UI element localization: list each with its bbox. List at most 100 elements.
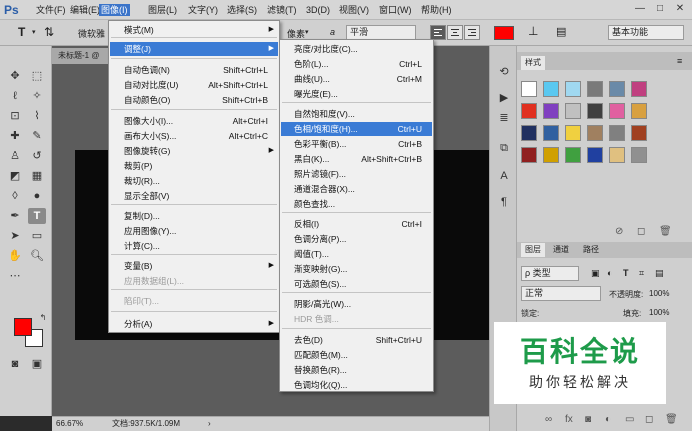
menu-view[interactable]: 视图(V) <box>337 4 371 16</box>
style-swatch[interactable] <box>631 125 647 141</box>
maximize-button[interactable]: □ <box>650 2 670 16</box>
adjust-menu-item[interactable]: 反相(I) Ctrl+I <box>281 217 432 231</box>
image-menu-item[interactable]: 画布大小(S)... Alt+Ctrl+C <box>110 129 278 143</box>
character-panel-icon[interactable]: A <box>496 168 512 184</box>
orientation-toggle-icon[interactable]: ⇅ <box>44 25 54 39</box>
link-layers-icon[interactable]: ∞ <box>545 414 552 425</box>
menu-3d[interactable]: 3D(D) <box>304 4 332 16</box>
delete-style-icon[interactable]: 🗑︎ <box>659 226 672 237</box>
panel-menu-icon[interactable]: ≡ <box>677 56 682 66</box>
adjustment-layer-icon[interactable]: ◐ <box>605 414 611 425</box>
marquee-tool-icon[interactable]: ⬚ <box>28 68 46 84</box>
tab-styles[interactable]: 样式 <box>521 56 545 70</box>
menu-window[interactable]: 窗口(W) <box>377 4 414 16</box>
chevron-right-icon[interactable]: › <box>208 417 211 431</box>
tab-paths[interactable]: 路径 <box>579 243 603 257</box>
style-swatch[interactable] <box>587 147 603 163</box>
layer-style-icon[interactable]: fx <box>565 414 573 425</box>
menu-select[interactable]: 选择(S) <box>225 4 259 16</box>
filter-adjust-icon[interactable]: ◐ <box>607 268 612 278</box>
adjust-menu-item[interactable]: 曝光度(E)... <box>281 87 432 101</box>
move-tool-icon[interactable]: ✥ <box>6 68 24 84</box>
image-menu-item[interactable]: 图像大小(I)... Alt+Ctrl+I <box>110 114 278 128</box>
minimize-button[interactable]: — <box>630 2 650 16</box>
adjust-menu-item[interactable]: 阴影/高光(W)... <box>281 297 432 311</box>
image-menu-item[interactable]: 模式(M) ▶ <box>110 23 278 37</box>
zoom-level[interactable]: 66.67% <box>56 417 83 431</box>
adjust-menu-item[interactable]: 通道混合器(X)... <box>281 182 432 196</box>
hand-tool-icon[interactable]: ✋ <box>6 248 24 264</box>
filter-pixel-icon[interactable]: ▣ <box>591 268 600 279</box>
text-color-swatch[interactable] <box>494 26 514 40</box>
style-swatch[interactable] <box>587 103 603 119</box>
filter-type-icon[interactable]: T <box>623 268 629 278</box>
style-swatch[interactable] <box>587 81 603 97</box>
history-brush-tool-icon[interactable]: ↺ <box>28 148 46 164</box>
image-menu-item[interactable]: 裁切(R)... <box>110 174 278 188</box>
style-swatch[interactable] <box>543 81 559 97</box>
shape-tool-icon[interactable]: ▭ <box>28 228 46 244</box>
adjust-menu-item[interactable]: 可选颜色(S)... <box>281 277 432 291</box>
image-menu-item[interactable]: 自动颜色(O) Shift+Ctrl+B <box>110 93 278 107</box>
adjust-menu-item[interactable]: 黑白(K)... Alt+Shift+Ctrl+B <box>281 152 432 166</box>
delete-layer-icon[interactable]: 🗑︎ <box>665 414 678 425</box>
chevron-down-icon[interactable]: ▾ <box>305 28 309 36</box>
image-menu-item[interactable]: 应用图像(Y)... <box>110 224 278 238</box>
blend-mode-select[interactable]: 正常 <box>521 286 601 301</box>
adjust-menu-item[interactable]: 色相/饱和度(H)... Ctrl+U <box>281 122 432 136</box>
brush-tool-icon[interactable]: ✎ <box>28 128 46 144</box>
chevron-down-icon[interactable]: ▾ <box>32 28 36 36</box>
properties-panel-icon[interactable]: ≣ <box>496 110 512 126</box>
new-style-icon[interactable]: ◻ <box>637 226 645 237</box>
menu-layer[interactable]: 图层(L) <box>146 4 179 16</box>
zoom-tool-icon[interactable]: 🔍︎ <box>28 248 46 264</box>
style-swatch[interactable] <box>565 103 581 119</box>
actions-panel-icon[interactable]: ▶ <box>496 90 512 106</box>
foreground-color-front[interactable] <box>14 318 32 336</box>
adjust-menu-item[interactable]: 色调分离(P)... <box>281 232 432 246</box>
new-layer-icon[interactable]: ◻ <box>645 414 653 425</box>
style-swatch[interactable] <box>631 147 647 163</box>
healing-brush-tool-icon[interactable]: ✚ <box>6 128 24 144</box>
style-swatch[interactable] <box>609 81 625 97</box>
clone-source-panel-icon[interactable]: ⧉ <box>496 140 512 156</box>
adjust-menu-item[interactable]: 色调均化(Q)... <box>281 378 432 392</box>
menu-type[interactable]: 文字(Y) <box>186 4 220 16</box>
adjust-menu-item[interactable]: 匹配颜色(M)... <box>281 348 432 362</box>
style-swatch[interactable] <box>521 103 537 119</box>
adjust-menu-item[interactable]: 自然饱和度(V)... <box>281 107 432 121</box>
align-left-button[interactable] <box>430 25 446 40</box>
style-swatch[interactable] <box>565 81 581 97</box>
crop-tool-icon[interactable]: ⊡ <box>6 108 24 124</box>
paragraph-panel-icon[interactable]: ¶ <box>496 194 512 210</box>
tab-layers[interactable]: 图层 <box>521 243 545 257</box>
quick-mask-icon[interactable]: ◙ <box>6 356 24 372</box>
dodge-tool-icon[interactable]: ● <box>28 188 46 204</box>
image-menu-item[interactable]: 分析(A) ▶ <box>110 317 278 331</box>
new-group-icon[interactable]: ▭ <box>625 414 634 425</box>
style-swatch[interactable] <box>631 103 647 119</box>
menu-help[interactable]: 帮助(H) <box>419 4 454 16</box>
image-menu-item[interactable]: 图像旋转(G) ▶ <box>110 144 278 158</box>
history-panel-icon[interactable]: ⟲ <box>496 64 512 80</box>
adjust-menu-item[interactable]: 去色(D) Shift+Ctrl+U <box>281 333 432 347</box>
lasso-tool-icon[interactable]: ℓ <box>6 88 24 104</box>
menu-image[interactable]: 图像(I) <box>99 4 130 16</box>
adjust-menu-item[interactable]: 照片滤镜(F)... <box>281 167 432 181</box>
adjust-menu-item[interactable]: 色彩平衡(B)... Ctrl+B <box>281 137 432 151</box>
menu-filter[interactable]: 滤镜(T) <box>265 4 299 16</box>
menu-edit[interactable]: 编辑(E) <box>68 4 102 16</box>
style-swatch[interactable] <box>543 125 559 141</box>
pen-tool-icon[interactable]: ✒ <box>6 208 24 224</box>
style-swatch[interactable] <box>543 103 559 119</box>
gradient-tool-icon[interactable]: ▦ <box>28 168 46 184</box>
close-button[interactable]: ✕ <box>670 2 690 16</box>
adjust-menu-item[interactable]: 色阶(L)... Ctrl+L <box>281 57 432 71</box>
screen-mode-icon[interactable]: ▣ <box>28 356 46 372</box>
clone-stamp-tool-icon[interactable]: ♙ <box>6 148 24 164</box>
filter-smart-icon[interactable]: ▤ <box>655 268 664 279</box>
style-swatch[interactable] <box>609 125 625 141</box>
opacity-value[interactable]: 100% <box>649 289 669 298</box>
image-menu-item[interactable]: 裁剪(P) <box>110 159 278 173</box>
fill-value[interactable]: 100% <box>649 308 669 317</box>
